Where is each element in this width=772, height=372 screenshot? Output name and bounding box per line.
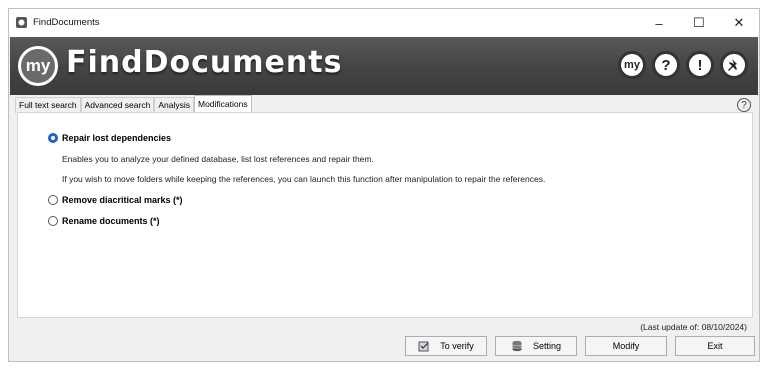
database-icon xyxy=(512,340,522,352)
header-banner: my FindDocuments my ? ! xyxy=(10,37,758,95)
tab-bar: Full text search Advanced search Analysi… xyxy=(15,95,252,113)
description-line: If you wish to move folders while keepin… xyxy=(62,174,546,184)
option-rename-documents[interactable]: Rename documents (*) xyxy=(48,216,160,226)
close-button[interactable]: ✕ xyxy=(719,9,759,37)
last-update-text: (Last update of: 08/10/2024) xyxy=(640,322,747,332)
option-remove-diacritical-marks[interactable]: Remove diacritical marks (*) xyxy=(48,195,183,205)
info-button[interactable]: ! xyxy=(686,51,714,79)
tab-analysis[interactable]: Analysis xyxy=(154,97,194,113)
title-bar: FindDocuments – ☐ ✕ xyxy=(9,9,759,37)
option-repair-lost-dependencies[interactable]: Repair lost dependencies xyxy=(48,133,171,143)
option-label: Remove diacritical marks (*) xyxy=(62,195,183,205)
modifications-panel: Repair lost dependencies Enables you to … xyxy=(17,112,753,318)
option-label: Rename documents (*) xyxy=(62,216,160,226)
app-window: FindDocuments – ☐ ✕ my FindDocuments my … xyxy=(8,8,760,362)
exit-button[interactable]: Exit xyxy=(675,336,755,356)
help-button[interactable]: ? xyxy=(652,51,680,79)
modify-button[interactable]: Modify xyxy=(585,336,667,356)
description-line: Enables you to analyze your defined data… xyxy=(62,154,374,164)
setting-label: Setting xyxy=(532,341,562,351)
radio-button[interactable] xyxy=(48,216,58,226)
radio-button[interactable] xyxy=(48,195,58,205)
my-button[interactable]: my xyxy=(618,51,646,79)
verify-icon xyxy=(418,341,429,352)
minimize-button[interactable]: – xyxy=(639,9,679,37)
setting-button[interactable]: Setting xyxy=(495,336,577,356)
window-title: FindDocuments xyxy=(33,17,100,28)
brand-title: FindDocuments xyxy=(66,45,343,80)
logo: my xyxy=(18,46,58,86)
to-verify-button[interactable]: To verify xyxy=(405,336,487,356)
option-label: Repair lost dependencies xyxy=(62,133,172,143)
pin-icon xyxy=(728,59,737,71)
help-icon[interactable]: ? xyxy=(737,98,751,112)
tab-advanced-search[interactable]: Advanced search xyxy=(80,97,155,113)
tab-modifications[interactable]: Modifications xyxy=(193,95,252,113)
tab-full-text-search[interactable]: Full text search xyxy=(15,97,81,113)
radio-button[interactable] xyxy=(48,133,58,143)
to-verify-label: To verify xyxy=(440,341,474,351)
app-icon xyxy=(16,17,27,28)
maximize-button[interactable]: ☐ xyxy=(679,9,719,37)
pin-button[interactable] xyxy=(720,51,748,79)
